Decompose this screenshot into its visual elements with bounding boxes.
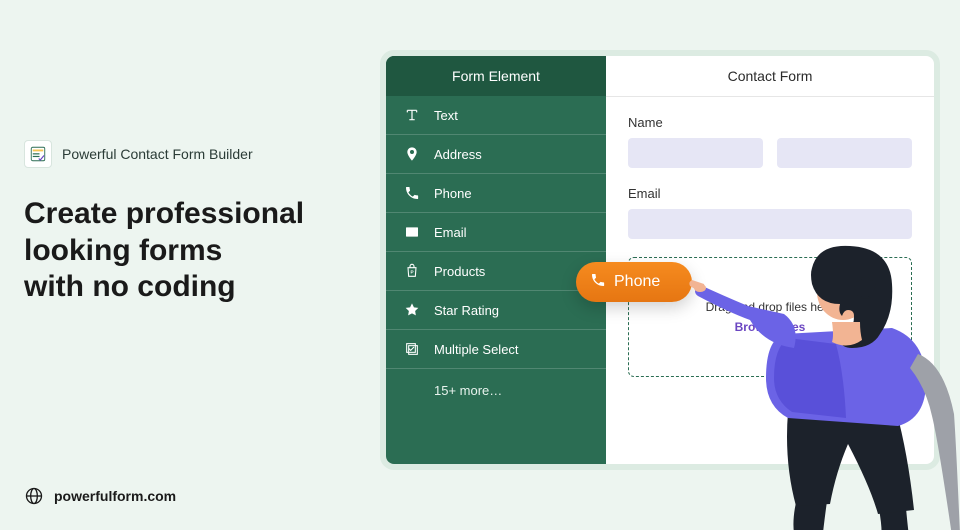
sidebar-item-star-rating[interactable]: Star Rating [386,291,606,330]
sidebar-item-label: Multiple Select [434,342,519,357]
star-icon [404,302,420,318]
products-icon: P [404,263,420,279]
email-input[interactable] [628,209,912,239]
phone-icon [590,272,606,293]
sidebar-item-products[interactable]: P Products [386,252,606,291]
form-preview: Contact Form Name Email Drag and drop fi… [606,56,934,464]
sidebar-item-address[interactable]: Address [386,135,606,174]
sidebar-item-label: Products [434,264,485,279]
brand-row: Powerful Contact Form Builder [24,140,364,168]
sidebar-item-label: Star Rating [434,303,499,318]
sidebar-item-phone[interactable]: Phone [386,174,606,213]
brand-logo-icon [24,140,52,168]
preview-title: Contact Form [606,56,934,97]
sidebar-item-label: Text [434,108,458,123]
email-icon [404,224,420,240]
last-name-input[interactable] [777,138,912,168]
sidebar-more[interactable]: 15+ more… [386,369,606,412]
address-pin-icon [404,146,420,162]
sidebar-item-label: Email [434,225,467,240]
sidebar-item-label: Address [434,147,482,162]
element-sidebar: Form Element Text Address Phone Email [386,56,606,464]
phone-icon [404,185,420,201]
brand-name: Powerful Contact Form Builder [62,146,253,162]
text-icon [404,107,420,123]
dropzone-hint: Drag and drop files here [706,300,835,314]
dropzone-browse-link[interactable]: Browse files [735,320,806,334]
sidebar-item-email[interactable]: Email [386,213,606,252]
drag-pill-label: Phone [614,273,660,291]
dragging-element-pill[interactable]: Phone [576,262,692,302]
first-name-input[interactable] [628,138,763,168]
name-field-label: Name [628,115,912,130]
builder-window: Form Element Text Address Phone Email [380,50,940,470]
sidebar-item-label: Phone [434,186,472,201]
sidebar-item-multiple-select[interactable]: Multiple Select [386,330,606,369]
sidebar-item-text[interactable]: Text [386,96,606,135]
globe-icon [24,486,44,506]
multiple-select-icon [404,341,420,357]
email-field-label: Email [628,186,912,201]
svg-text:P: P [410,270,413,275]
sidebar-title: Form Element [386,56,606,96]
brand-url: powerfulform.com [54,488,176,504]
hero-headline: Create professional looking forms with n… [24,196,364,306]
